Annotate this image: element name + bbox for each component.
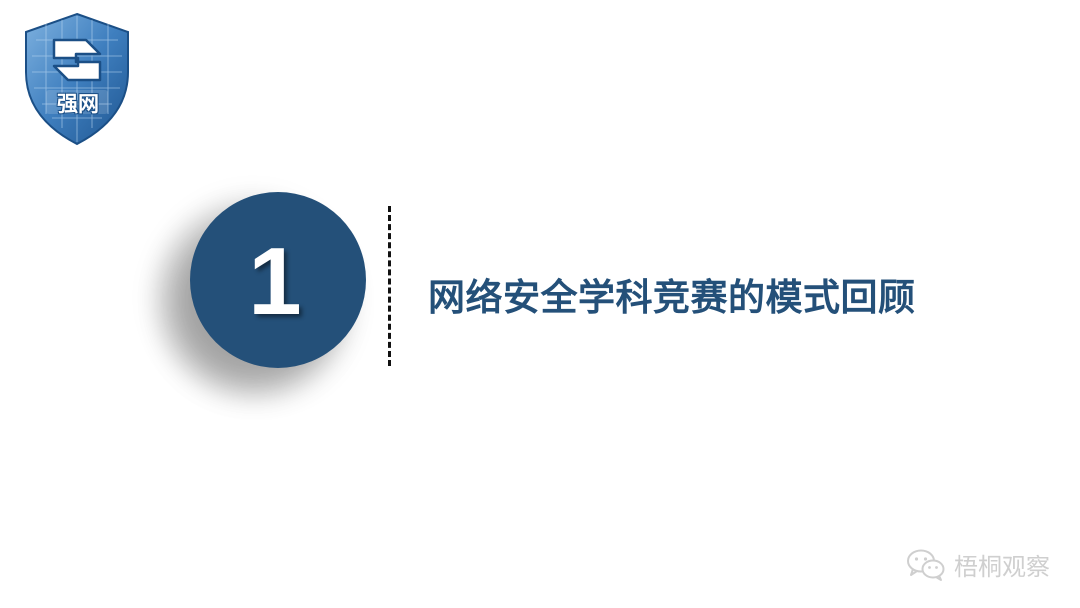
- section-number-badge: 1: [190, 192, 366, 368]
- wechat-icon: [907, 549, 945, 581]
- watermark: 梧桐观察: [906, 547, 1050, 582]
- watermark-text: 梧桐观察: [954, 553, 1050, 581]
- dashed-divider: [388, 206, 391, 366]
- section-number: 1: [248, 228, 302, 335]
- section-title: 网络安全学科竞赛的模式回顾: [428, 276, 916, 319]
- shield-logo-icon: 强网: [16, 10, 138, 148]
- slide: 强网 1 网络安全学科竞赛的模式回顾 梧桐观察: [0, 0, 1080, 608]
- logo-text: 强网: [57, 92, 99, 116]
